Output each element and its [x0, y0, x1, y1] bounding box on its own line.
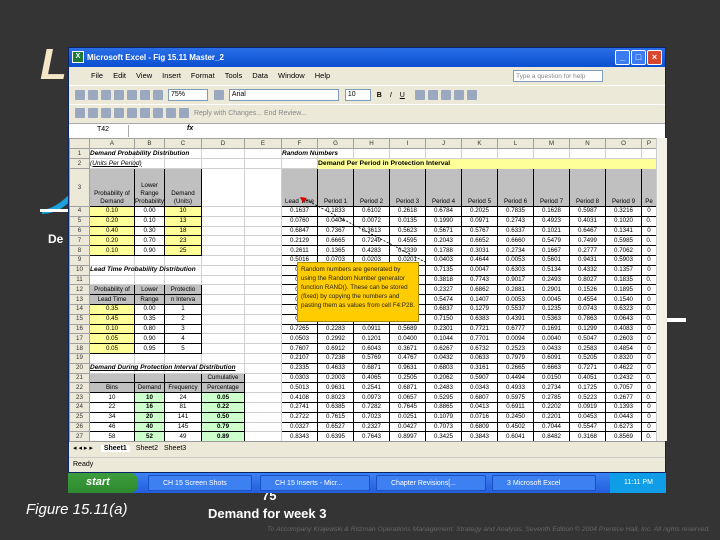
callout-label: Demand for week 3 — [208, 506, 327, 521]
taskbar-item[interactable]: 3 Microsoft Excel — [492, 475, 596, 491]
figure-caption: Figure 15.11(a) — [26, 501, 128, 518]
footer-copyright: To Accompany Krajewski & Ritzman Operati… — [267, 526, 710, 533]
taskbar-item[interactable]: CH 15 Screen Shots — [148, 475, 252, 491]
taskbar-item[interactable]: Chapter Revisions[... — [376, 475, 486, 491]
start-button[interactable]: start — [68, 473, 138, 493]
taskbar: start CH 15 Screen Shots CH 15 Inserts -… — [68, 473, 666, 493]
clock: 11:11 PM — [610, 473, 666, 493]
comment-note: Random numbers are generated by using th… — [297, 262, 419, 322]
taskbar-item[interactable]: CH 15 Inserts - Micr... — [260, 475, 370, 491]
